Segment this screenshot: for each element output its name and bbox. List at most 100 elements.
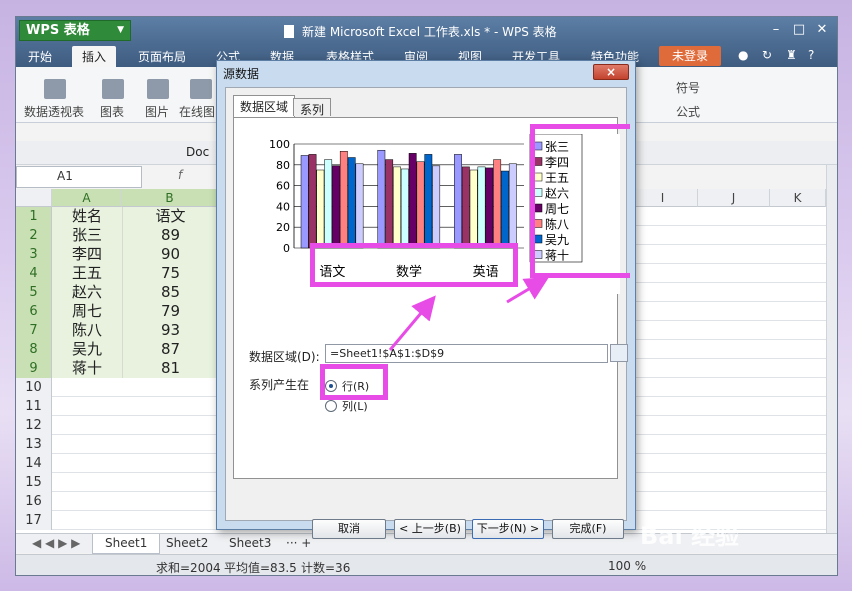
previous-button[interactable]: < 上一步(B) (394, 519, 466, 539)
row-number[interactable]: 7 (16, 321, 52, 340)
bar (485, 167, 494, 249)
minimize-button[interactable]: – (766, 21, 786, 39)
row-number[interactable]: 13 (16, 435, 52, 454)
col-header-i[interactable]: I (628, 189, 698, 207)
bar (508, 163, 517, 249)
online-picture-button[interactable]: 在线图 (179, 103, 215, 120)
tab-nav-arrows[interactable]: ◀ ◀ ▶ ▶ (20, 534, 92, 554)
cell-a[interactable]: 赵六 (52, 283, 122, 302)
bar (393, 166, 401, 249)
window-title-text: 新建 Microsoft Excel 工作表.xls * - WPS 表格 (302, 25, 557, 39)
name-box[interactable]: A1 (16, 166, 142, 188)
cell-a[interactable]: 陈八 (52, 321, 122, 340)
cell-b[interactable]: 90 (122, 245, 218, 264)
formula-button[interactable]: 公式 (676, 103, 700, 120)
bar (493, 159, 502, 249)
watermark: Bai 经验 (640, 516, 830, 576)
row-number[interactable]: 2 (16, 226, 52, 245)
row-number[interactable]: 1 (16, 207, 52, 226)
y-tick-label: 100 (269, 138, 290, 151)
row-number[interactable]: 10 (16, 378, 52, 397)
chart-icon (102, 79, 124, 99)
cell-b[interactable]: 93 (122, 321, 218, 340)
menu-home[interactable]: 开始 (28, 48, 52, 65)
dialog-close-button[interactable]: × (593, 64, 629, 80)
bar (347, 157, 356, 249)
login-button[interactable]: 未登录 (659, 46, 721, 66)
cell-b[interactable]: 85 (122, 283, 218, 302)
picture-button[interactable]: 图片 (145, 103, 169, 120)
cell-b[interactable]: 75 (122, 264, 218, 283)
fx-icon[interactable]: f (178, 168, 182, 182)
vertical-scrollbar[interactable] (826, 165, 837, 533)
skin-icon[interactable]: ● (738, 48, 748, 62)
doc-tab[interactable]: Doc (186, 145, 209, 159)
col-header-k[interactable]: K (770, 189, 826, 207)
row-number[interactable]: 15 (16, 473, 52, 492)
bar (300, 155, 309, 249)
row-number[interactable]: 4 (16, 264, 52, 283)
cell-a[interactable]: 姓名 (52, 207, 122, 226)
pivot-table-icon (44, 79, 66, 99)
bar (501, 170, 509, 249)
row-number[interactable]: 16 (16, 492, 52, 511)
symbol-button[interactable]: 符号 (676, 79, 700, 96)
cell-b[interactable]: 87 (122, 340, 218, 359)
row-number[interactable]: 11 (16, 397, 52, 416)
tab-data-range[interactable]: 数据区域 (233, 95, 296, 117)
corner-cell[interactable] (16, 189, 52, 207)
status-avg: 平均值=83.5 (224, 561, 297, 575)
row-number[interactable]: 17 (16, 511, 52, 530)
menu-insert[interactable]: 插入 (72, 46, 117, 67)
row-number[interactable]: 8 (16, 340, 52, 359)
cancel-button[interactable]: 取消 (312, 519, 386, 539)
radio-column-label[interactable]: 列(L) (342, 398, 368, 414)
cell-a[interactable]: 周七 (52, 302, 122, 321)
radio-column[interactable] (325, 400, 337, 412)
row-number[interactable]: 3 (16, 245, 52, 264)
pivot-table-button[interactable]: 数据透视表 (24, 103, 84, 120)
online-picture-icon (190, 79, 212, 99)
cell-a[interactable]: 张三 (52, 226, 122, 245)
row-number[interactable]: 12 (16, 416, 52, 435)
tab-series[interactable]: 系列 (293, 98, 332, 117)
highlight-legend (530, 124, 630, 278)
col-header-j[interactable]: J (698, 189, 770, 207)
document-icon (284, 25, 294, 38)
maximize-button[interactable]: □ (789, 21, 809, 39)
tab-sheet1[interactable]: Sheet1 (92, 534, 161, 554)
picture-icon (147, 79, 169, 99)
data-range-input[interactable]: =Sheet1!$A$1:$D$9 (325, 344, 608, 363)
finish-button[interactable]: 完成(F) (552, 519, 624, 539)
bar (432, 165, 441, 249)
bar (416, 161, 425, 249)
cell-a[interactable]: 吴九 (52, 340, 122, 359)
col-header-b[interactable]: B (122, 189, 218, 207)
help-icon[interactable]: ? (808, 48, 814, 62)
menu-page-layout[interactable]: 页面布局 (138, 48, 186, 65)
tab-panel: 0 20 40 60 80 100 语文 数学 英语 张三 李四 王五 赵六 周七 陈八 吴九 蒋十 数据区域(… (233, 117, 630, 479)
cell-b[interactable]: 81 (122, 359, 218, 378)
col-header-a[interactable]: A (52, 189, 122, 207)
watermark-text: Bai 经验 (640, 522, 740, 550)
share-icon[interactable]: ↻ (762, 48, 772, 62)
row-number[interactable]: 6 (16, 302, 52, 321)
cell-b[interactable]: 89 (122, 226, 218, 245)
cell-a[interactable]: 李四 (52, 245, 122, 264)
data-range-label: 数据区域(D): (249, 350, 320, 364)
cell-b[interactable]: 79 (122, 302, 218, 321)
row-number[interactable]: 9 (16, 359, 52, 378)
tab-sheet2[interactable]: Sheet2 (154, 534, 220, 554)
cell-a[interactable]: 王五 (52, 264, 122, 283)
cell-b[interactable]: 语文 (122, 207, 218, 226)
row-number[interactable]: 14 (16, 454, 52, 473)
chart-button[interactable]: 图表 (100, 103, 124, 120)
shirt-icon[interactable]: ♜ (786, 48, 797, 62)
bar (454, 154, 462, 249)
range-picker-icon[interactable] (610, 344, 628, 362)
cell-a[interactable]: 蒋十 (52, 359, 122, 378)
row-number[interactable]: 5 (16, 283, 52, 302)
next-button[interactable]: 下一步(N) > (472, 519, 544, 539)
close-window-button[interactable]: ✕ (812, 21, 832, 39)
app-menu-button[interactable]: WPS 表格 ▼ (19, 20, 131, 41)
